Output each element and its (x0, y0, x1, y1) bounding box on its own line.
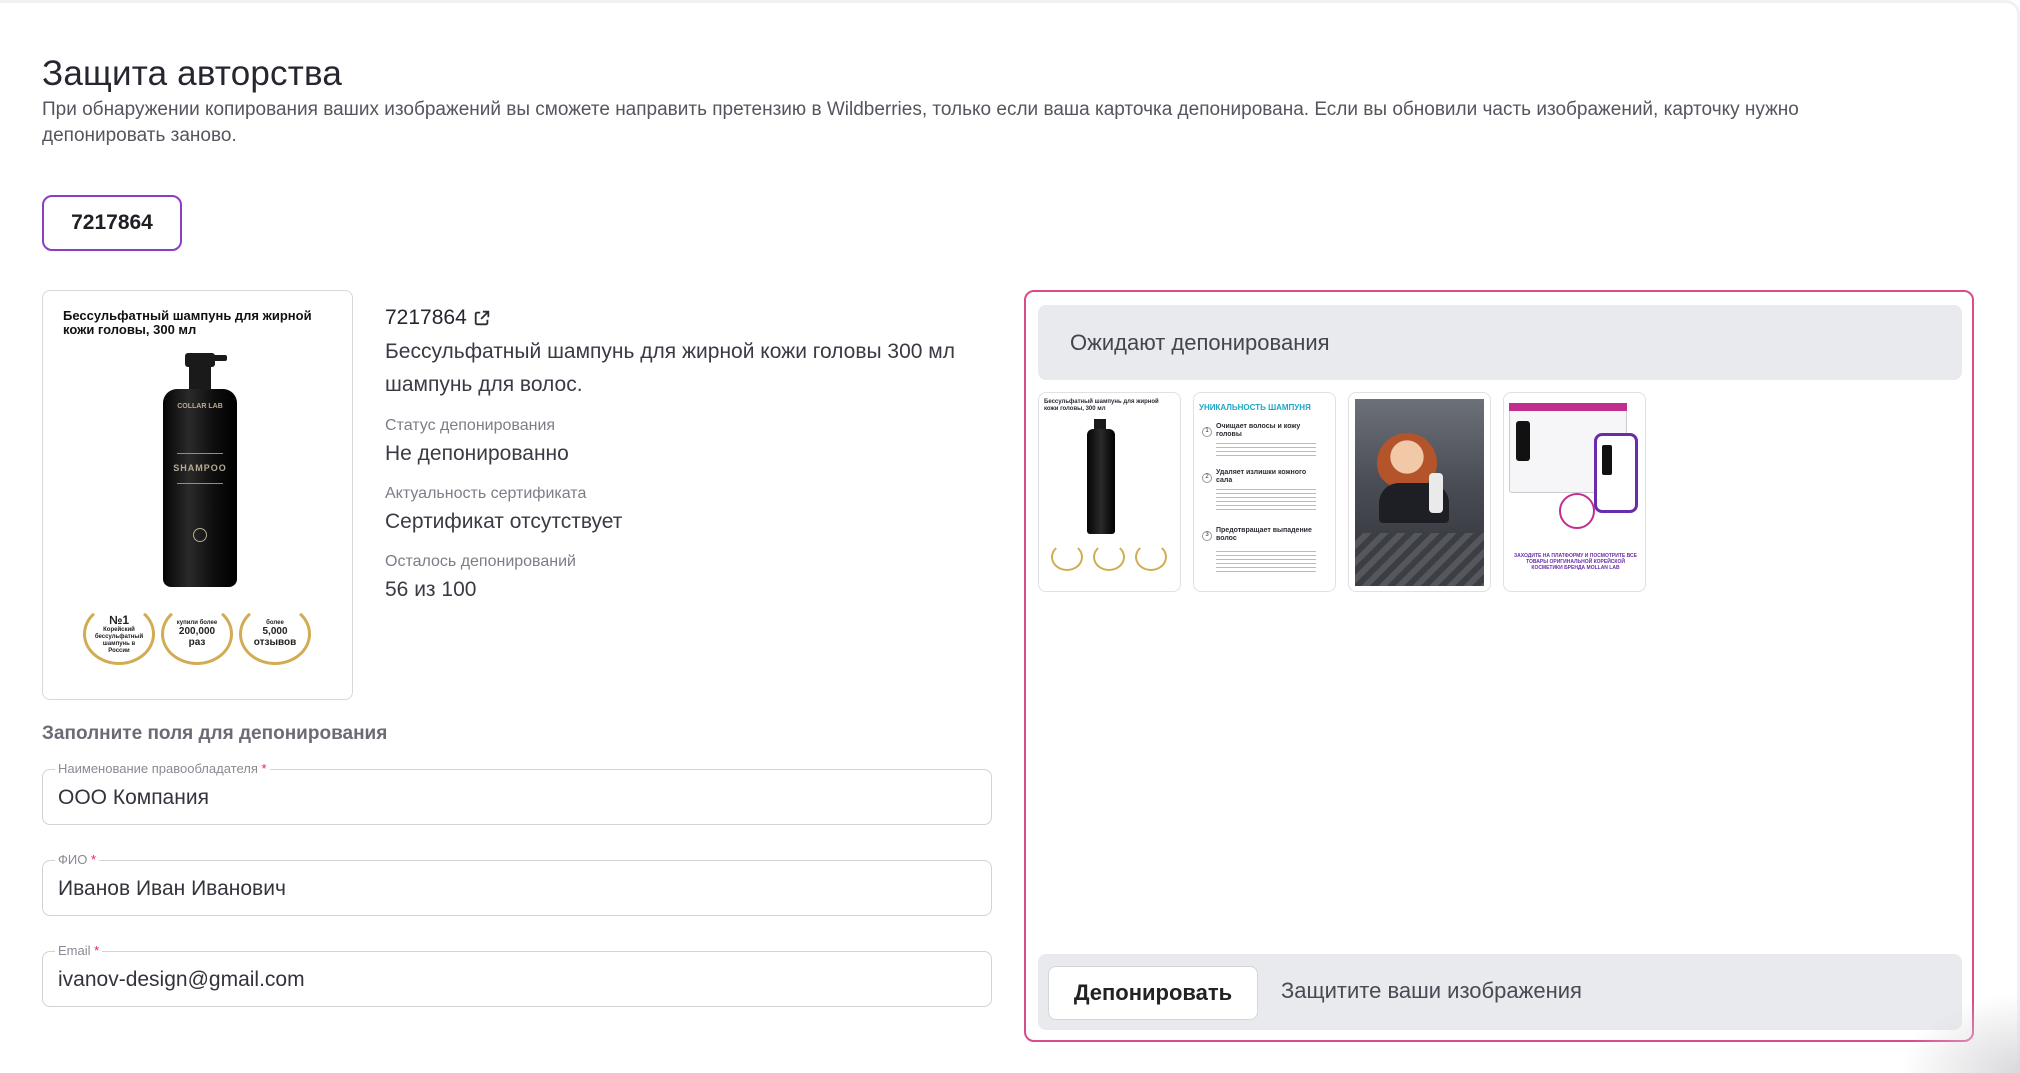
bottle-text: SHAMPOO (173, 463, 227, 473)
email-field: Email * (42, 943, 992, 1007)
fullname-field: ФИО * (42, 852, 992, 916)
remaining-label: Осталось депонирований (385, 553, 576, 570)
action-bar: Депонировать Защитите ваши изображения (1038, 954, 1962, 1030)
thumb-caption: Бессульфатный шампунь для жирной кожи го… (1044, 399, 1159, 412)
certificate-label: Актуальность сертификата (385, 485, 587, 502)
certificate-value: Сертификат отсутствует (385, 510, 623, 533)
thumb-feature-2: Удаляет излишки кожного сала (1216, 469, 1307, 484)
thumb-feature-3: Предотвращает выпадение волос (1216, 527, 1312, 542)
product-name: Бессульфатный шампунь для жирной кожи го… (385, 340, 955, 396)
form-heading: Заполните поля для депонирования (42, 723, 388, 744)
badge-laurel-2: купили более 200,000 раз (161, 603, 233, 665)
thumbnail-list: Бессульфатный шампунь для жирной кожи го… (1038, 392, 1646, 592)
fullname-input[interactable] (58, 874, 968, 904)
status-value: Не депонированно (385, 442, 569, 465)
rightholder-field: Наименование правообладателя * (42, 761, 992, 825)
thumbnail-features[interactable]: УНИКАЛЬНОСТЬ ШАМПУНЯ 1 Очищает волосы и … (1193, 392, 1336, 592)
corner-shadow (1900, 993, 2020, 1073)
thumb-caption: УНИКАЛЬНОСТЬ ШАМПУНЯ (1199, 403, 1311, 412)
rightholder-input[interactable] (58, 783, 968, 813)
shampoo-bottle-image: COLLAR LAB SHAMPOO (155, 353, 245, 588)
status-label: Статус депонирования (385, 417, 556, 434)
thumbnail-bottle[interactable]: Бессульфатный шампунь для жирной кожи го… (1038, 392, 1181, 592)
external-link-icon[interactable] (473, 309, 491, 327)
product-image-caption: Бессульфатный шампунь для жирной кожи го… (63, 308, 312, 337)
pending-panel: Ожидают депонирования Бессульфатный шамп… (1024, 290, 1974, 1042)
page-title: Защита авторства (42, 54, 343, 93)
remaining-value: 56 из 100 (385, 578, 477, 601)
thumbnail-photo[interactable] (1348, 392, 1491, 592)
action-hint: Защитите ваши изображения (1281, 978, 1582, 1003)
product-info: 7217864 Бессульфатный шампунь для жирной… (385, 303, 1005, 605)
badge-laurel-1: №1 Корейский бессульфатный шампунь в Росс… (83, 603, 155, 665)
fullname-label: ФИО * (55, 852, 100, 868)
pending-header: Ожидают депонирования (1038, 305, 1962, 380)
thumb-feature-1: Очищает волосы и кожу головы (1216, 423, 1301, 438)
bottle-brand: COLLAR LAB (177, 403, 223, 410)
badge-laurel-3: более 5,000 отзывов (239, 603, 311, 665)
article-tab[interactable]: 7217864 (42, 195, 182, 251)
email-input[interactable] (58, 965, 968, 995)
email-label: Email * (55, 943, 103, 959)
product-main-image: Бессульфатный шампунь для жирной кожи го… (42, 290, 353, 700)
product-sku: 7217864 (385, 306, 467, 329)
rightholder-label: Наименование правообладателя * (55, 761, 270, 777)
page-subtitle: При обнаружении копирования ваших изобра… (42, 99, 1799, 146)
deposit-button[interactable]: Депонировать (1048, 966, 1258, 1020)
thumbnail-platform[interactable]: ЗАХОДИТЕ НА ПЛАТФОРМУ И ПОСМОТРИТЕ ВСЕ Т… (1503, 392, 1646, 592)
thumb-caption: ЗАХОДИТЕ НА ПЛАТФОРМУ И ПОСМОТРИТЕ ВСЕ Т… (1514, 553, 1637, 571)
